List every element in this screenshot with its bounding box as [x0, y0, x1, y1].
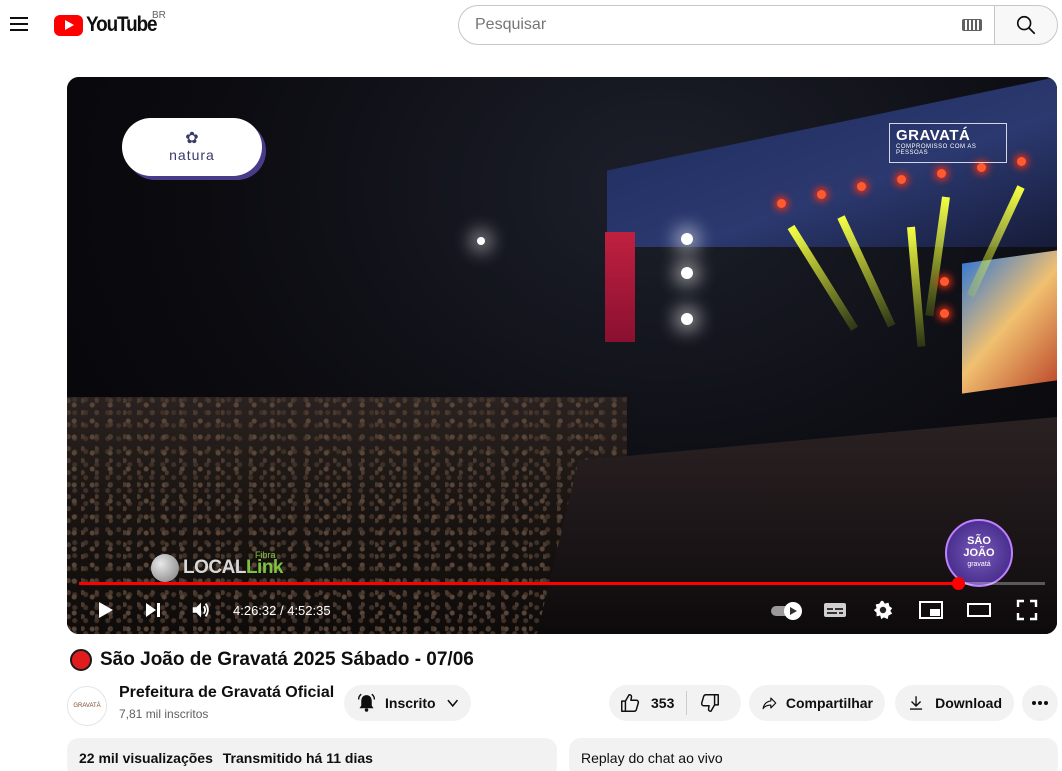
search-icon: [1016, 15, 1036, 35]
keyboard-icon[interactable]: [962, 19, 982, 31]
video-player[interactable]: ✿ natura GRAVATÁ COMPROMISSO COM AS PESS…: [67, 77, 1057, 634]
search-input[interactable]: [475, 16, 962, 34]
download-button[interactable]: Download: [895, 685, 1014, 721]
dislike-button[interactable]: [687, 692, 733, 714]
fullscreen-icon: [1016, 599, 1038, 621]
video-title: São João de Gravatá 2025 Sábado - 07/06: [100, 649, 474, 670]
miniplayer-icon: [919, 601, 943, 619]
play-button[interactable]: [87, 592, 123, 628]
progress-bar[interactable]: [79, 577, 1045, 590]
more-icon: [1032, 701, 1048, 705]
share-icon: [762, 697, 777, 710]
gravata-logo: GRAVATÁ COMPROMISSO COM AS PESSOAS: [889, 123, 1007, 163]
more-actions-button[interactable]: [1022, 685, 1058, 721]
search-box: [458, 5, 994, 45]
description-box[interactable]: 22 mil visualizações Transmitido há 11 d…: [67, 738, 557, 771]
view-count: 22 mil visualizações: [79, 750, 213, 766]
autoplay-toggle[interactable]: [769, 592, 805, 628]
natura-logo: ✿ natura: [122, 118, 262, 176]
chevron-down-icon: [446, 699, 458, 708]
chat-replay-label: Replay do chat ao vivo: [581, 750, 723, 766]
volume-button[interactable]: [183, 592, 219, 628]
logo-text: YouTube: [86, 13, 158, 36]
flower-icon: ✿: [185, 130, 199, 147]
local-link-logo: LOCALLink Fibra: [151, 550, 284, 582]
next-button[interactable]: [135, 592, 171, 628]
volume-icon: [192, 602, 209, 618]
subtitles-icon: [824, 603, 846, 617]
share-label: Compartilhar: [785, 695, 873, 711]
fullscreen-button[interactable]: [1009, 592, 1045, 628]
subscribe-button[interactable]: Inscrito: [344, 685, 471, 721]
autoplay-icon: [771, 602, 802, 620]
scrubber-handle[interactable]: [952, 577, 966, 590]
subscriber-count: 7,81 mil inscritos: [119, 707, 209, 721]
bell-icon: [357, 693, 376, 712]
share-button[interactable]: Compartilhar: [749, 685, 885, 721]
country-code: BR: [152, 10, 166, 21]
like-count: 353: [651, 695, 675, 711]
stream-date: Transmitido há 11 dias: [222, 750, 373, 766]
subscribe-label: Inscrito: [385, 695, 436, 711]
like-dislike-group: 353: [609, 685, 741, 721]
next-icon: [146, 603, 160, 617]
globe-icon: [151, 554, 179, 582]
youtube-logo[interactable]: YouTube: [54, 13, 164, 37]
download-label: Download: [935, 695, 1002, 711]
player-controls: 4:26:32 / 4:52:35: [67, 592, 1057, 628]
subtitles-button[interactable]: [817, 592, 853, 628]
play-icon: [99, 602, 113, 618]
settings-icon: [873, 600, 893, 620]
channel-avatar[interactable]: GRAVATÁ: [67, 686, 107, 726]
search-button[interactable]: [994, 5, 1058, 45]
settings-button[interactable]: [865, 592, 901, 628]
menu-icon[interactable]: [8, 12, 32, 36]
thumbs-up-icon: [621, 694, 640, 712]
miniplayer-button[interactable]: [913, 592, 949, 628]
download-icon: [910, 696, 923, 710]
video-title-row: São João de Gravatá 2025 Sábado - 07/06: [70, 649, 474, 671]
live-indicator-icon: [70, 649, 92, 671]
thumbs-down-icon: [701, 694, 720, 712]
youtube-play-icon: [54, 14, 83, 36]
search-bar: [458, 5, 1058, 45]
channel-name[interactable]: Prefeitura de Gravatá Oficial: [119, 684, 334, 702]
progress-played: [79, 582, 959, 585]
chat-replay-box[interactable]: Replay do chat ao vivo: [569, 738, 1058, 771]
theater-icon: [967, 603, 991, 617]
time-display: 4:26:32 / 4:52:35: [233, 602, 331, 618]
like-button[interactable]: 353: [609, 691, 688, 715]
theater-button[interactable]: [961, 592, 997, 628]
